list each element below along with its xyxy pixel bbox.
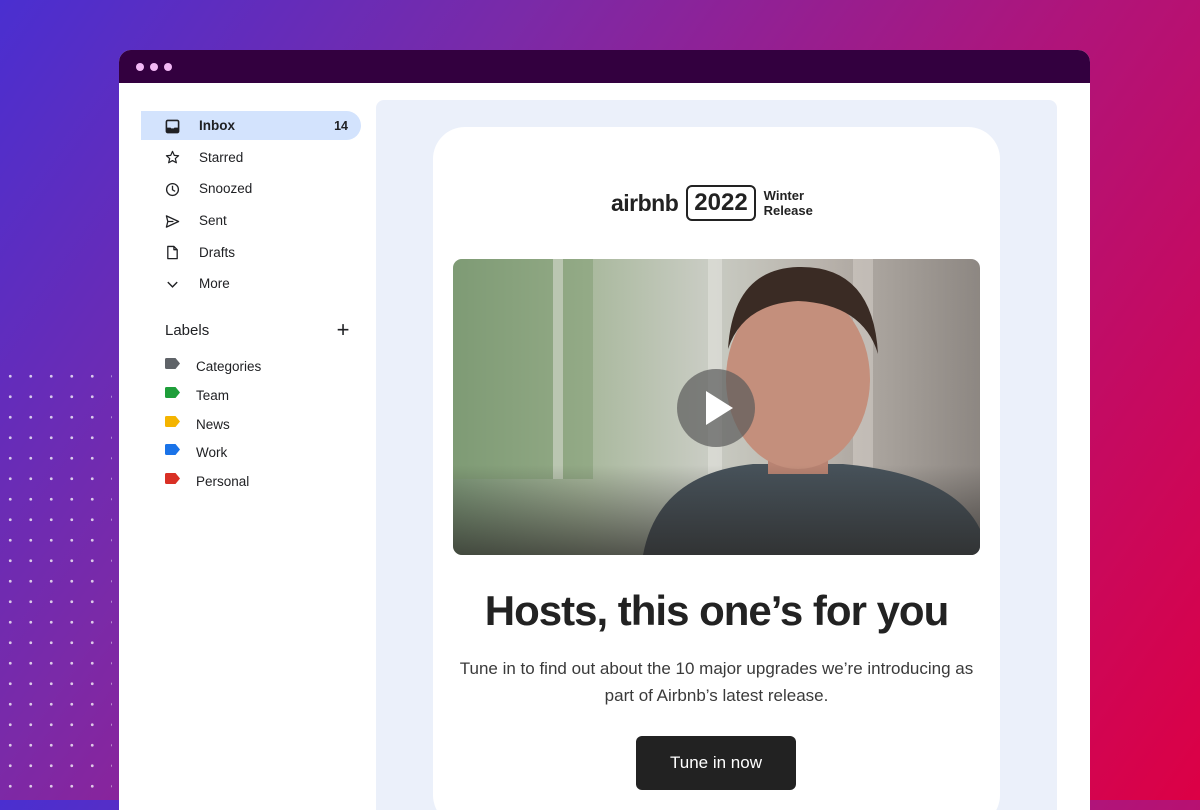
sidebar-item-more[interactable]: More bbox=[141, 269, 361, 298]
email-headline: Hosts, this one’s for you bbox=[484, 587, 950, 634]
label-text: Work bbox=[196, 445, 228, 461]
clock-icon bbox=[164, 181, 180, 197]
window-dot-3[interactable] bbox=[164, 63, 172, 71]
inbox-count: 14 bbox=[334, 119, 348, 133]
tune-in-button[interactable]: Tune in now bbox=[636, 736, 796, 790]
sidebar-item-label: Sent bbox=[199, 213, 227, 229]
label-text: Personal bbox=[196, 473, 250, 489]
inbox-icon bbox=[164, 118, 180, 134]
sidebar-item-starred[interactable]: Starred bbox=[141, 143, 361, 172]
label-tag-icon bbox=[165, 387, 180, 399]
sidebar: Inbox 14 Starred Snoozed Sent Drafts Mor… bbox=[141, 111, 361, 494]
chevron-down-icon bbox=[164, 276, 180, 292]
labels-header: Labels + bbox=[141, 319, 361, 343]
label-tag-icon bbox=[165, 444, 180, 456]
label-item-personal[interactable]: Personal bbox=[141, 466, 361, 495]
sidebar-item-snoozed[interactable]: Snoozed bbox=[141, 174, 361, 203]
sidebar-item-inbox[interactable]: Inbox 14 bbox=[141, 111, 361, 140]
label-tag-icon bbox=[165, 472, 180, 484]
email-body: Tune in to find out about the 10 major u… bbox=[459, 659, 974, 705]
label-text: News bbox=[196, 416, 230, 432]
sidebar-item-label: Inbox bbox=[199, 118, 235, 133]
star-icon bbox=[164, 150, 180, 166]
label-tag-icon bbox=[165, 415, 180, 427]
video-shadow bbox=[453, 465, 980, 555]
mail-window: Inbox 14 Starred Snoozed Sent Drafts Mor… bbox=[119, 50, 1090, 810]
sidebar-item-label: Starred bbox=[199, 149, 244, 165]
label-item-team[interactable]: Team bbox=[141, 380, 361, 409]
brand-release: Winter Release bbox=[763, 188, 813, 218]
sidebar-item-label: More bbox=[199, 276, 230, 292]
sidebar-item-label: Drafts bbox=[199, 244, 236, 260]
brand-name: airbnb bbox=[611, 189, 679, 216]
sidebar-item-sent[interactable]: Sent bbox=[141, 206, 361, 235]
email-card: airbnb 2022 Winter Release Hosts, this o… bbox=[433, 127, 1000, 810]
label-item-work[interactable]: Work bbox=[141, 437, 361, 466]
play-icon bbox=[706, 391, 733, 425]
reading-pane: airbnb 2022 Winter Release Hosts, this o… bbox=[376, 100, 1057, 810]
labels-title: Labels bbox=[165, 322, 210, 340]
window-titlebar bbox=[119, 50, 1090, 83]
video-thumbnail[interactable] bbox=[453, 259, 980, 555]
play-button[interactable] bbox=[677, 369, 755, 447]
label-item-news[interactable]: News bbox=[141, 409, 361, 438]
label-item-categories[interactable]: Categories bbox=[141, 351, 361, 380]
sidebar-item-label: Snoozed bbox=[199, 181, 253, 197]
label-text: Categories bbox=[196, 359, 262, 375]
draft-icon bbox=[164, 245, 180, 261]
add-label-button[interactable]: + bbox=[331, 319, 355, 343]
brand-logo: airbnb 2022 Winter Release bbox=[611, 184, 824, 222]
send-icon bbox=[164, 213, 180, 229]
label-text: Team bbox=[196, 388, 230, 404]
sidebar-item-drafts[interactable]: Drafts bbox=[141, 238, 361, 267]
label-tag-icon bbox=[165, 358, 180, 370]
brand-year: 2022 bbox=[686, 185, 756, 221]
window-dot-1[interactable] bbox=[136, 63, 144, 71]
dot-pattern-decoration bbox=[0, 366, 112, 800]
window-dot-2[interactable] bbox=[150, 63, 158, 71]
